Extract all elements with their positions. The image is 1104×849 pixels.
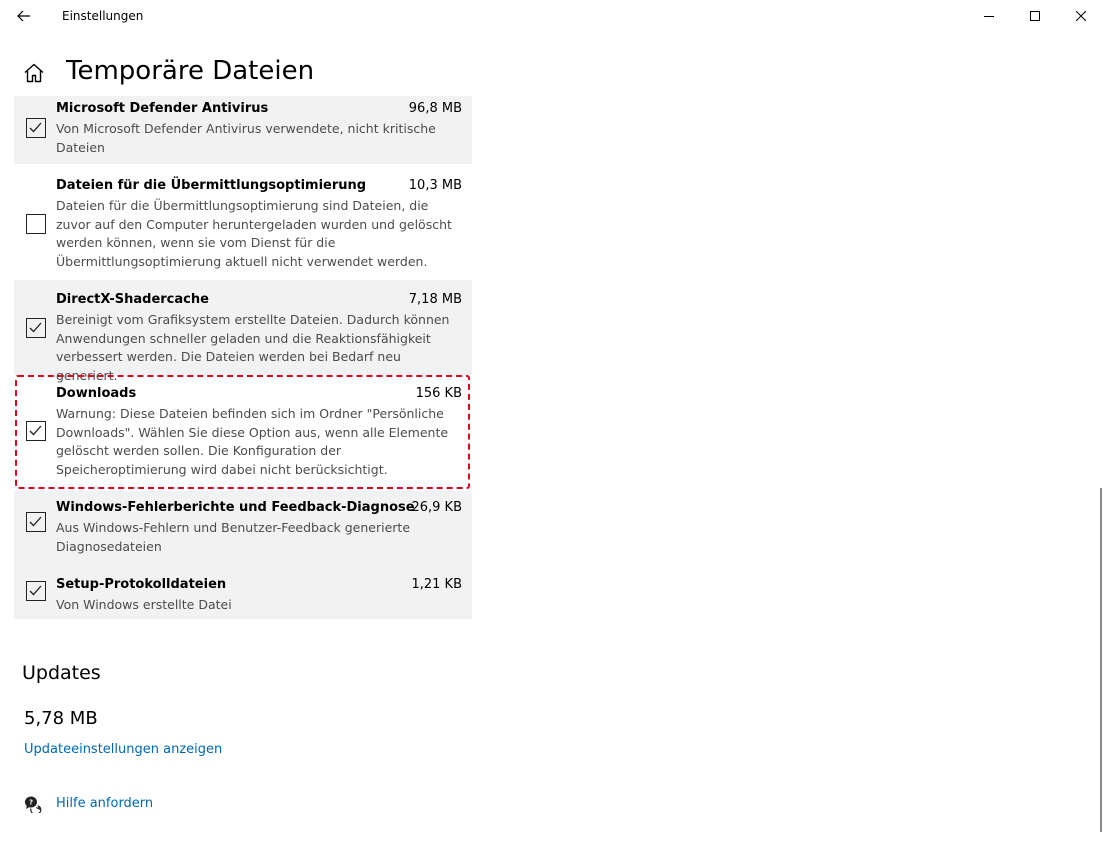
title-bar: Einstellungen (0, 0, 1104, 32)
item-size: 156 KB (415, 386, 462, 401)
list-item-delivery-optimization: Dateien für die Übermittlungsoptimierung… (14, 164, 472, 280)
item-size: 96,8 MB (408, 101, 462, 116)
list-item-defender: Microsoft Defender Antivirus 96,8 MB Von… (14, 96, 472, 164)
checkmark-icon (29, 322, 42, 333)
arrow-left-icon (17, 10, 30, 22)
list-item-windows-error-reports: Windows-Fehlerberichte und Feedback-Diag… (14, 491, 472, 561)
list-item-directx-shadercache: DirectX-Shadercache 7,18 MB Bereinigt vo… (14, 280, 472, 383)
item-description: Von Microsoft Defender Antivirus verwend… (56, 121, 436, 155)
maximize-icon (1030, 11, 1040, 21)
checkbox[interactable] (26, 421, 46, 441)
list-item-downloads: Downloads 156 KB Warnung: Diese Dateien … (14, 375, 472, 491)
item-description: Von Windows erstellte Datei (56, 597, 232, 612)
app-title: Einstellungen (62, 9, 144, 23)
temp-files-list: Microsoft Defender Antivirus 96,8 MB Von… (14, 96, 472, 619)
item-size: 1,21 KB (411, 577, 462, 592)
page-title: Temporäre Dateien (66, 56, 315, 86)
item-name: Downloads (56, 386, 137, 401)
item-description: Warnung: Diese Dateien befinden sich im … (56, 406, 449, 477)
svg-text:?: ? (29, 799, 33, 807)
back-button[interactable] (8, 4, 40, 28)
checkbox[interactable] (26, 318, 46, 338)
close-icon (1076, 11, 1086, 21)
checkmark-icon (29, 585, 42, 596)
item-name: Windows-Fehlerberichte und Feedback-Diag… (56, 500, 415, 515)
checkbox[interactable] (26, 581, 46, 601)
item-description: Aus Windows-Fehlern und Benutzer-Feedbac… (56, 520, 411, 554)
item-size: 7,18 MB (408, 292, 462, 307)
item-size: 26,9 KB (411, 500, 462, 515)
list-item-setup-logs: Setup-Protokolldateien 1,21 KB Von Windo… (14, 561, 472, 619)
checkmark-icon (29, 516, 42, 527)
item-size: 10,3 MB (408, 178, 462, 193)
checkmark-icon (29, 425, 42, 436)
item-description: Bereinigt vom Grafiksystem erstellte Dat… (56, 312, 450, 383)
scrollbar[interactable] (1100, 488, 1102, 832)
item-name: Setup-Protokolldateien (56, 577, 227, 592)
update-settings-link[interactable]: Updateeinstellungen anzeigen (24, 742, 222, 757)
item-name: DirectX-Shadercache (56, 292, 209, 307)
home-button[interactable] (22, 61, 46, 85)
minimize-button[interactable] (966, 0, 1012, 32)
minimize-icon (984, 16, 994, 17)
maximize-button[interactable] (1012, 0, 1058, 32)
checkbox[interactable] (26, 214, 46, 234)
item-name: Microsoft Defender Antivirus (56, 101, 269, 116)
updates-size: 5,78 MB (24, 708, 98, 729)
checkbox[interactable] (26, 118, 46, 138)
help-chat-icon[interactable]: ? (23, 795, 43, 815)
updates-heading: Updates (22, 662, 101, 684)
help-link[interactable]: Hilfe anfordern (56, 796, 153, 811)
close-button[interactable] (1058, 0, 1104, 32)
home-icon (24, 63, 44, 83)
checkmark-icon (29, 122, 42, 133)
item-description: Dateien für die Übermittlungsoptimierung… (56, 198, 452, 269)
item-name: Dateien für die Übermittlungsoptimierung (56, 178, 367, 193)
checkbox[interactable] (26, 512, 46, 532)
